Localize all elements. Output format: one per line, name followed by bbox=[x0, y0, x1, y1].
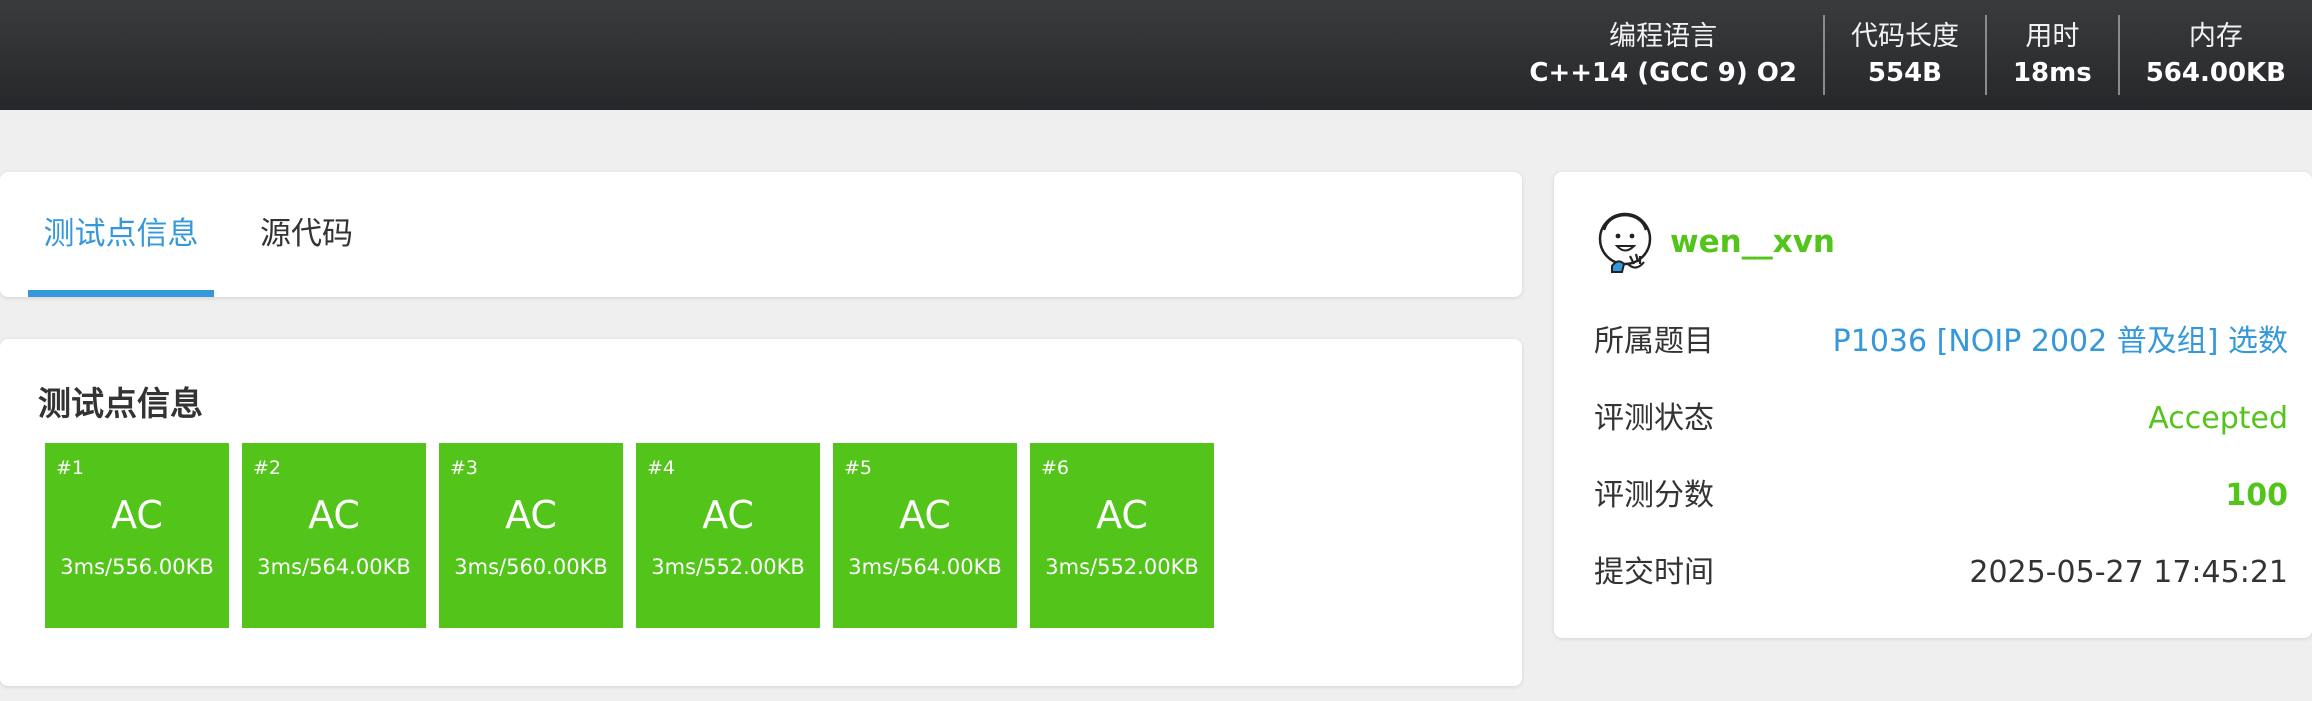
test-case-4[interactable]: #4 AC 3ms/552.00KB bbox=[636, 443, 820, 628]
stat-language-value: C++14 (GCC 9) O2 bbox=[1529, 58, 1797, 88]
username-link[interactable]: wen__xvn bbox=[1670, 224, 1835, 260]
submission-stats: 编程语言 C++14 (GCC 9) O2 代码长度 554B 用时 18ms … bbox=[1503, 0, 2312, 110]
score-row: 评测分数 100 bbox=[1594, 476, 2288, 516]
test-case-number: #4 bbox=[647, 457, 676, 479]
problem-row: 所属题目 P1036 [NOIP 2002 普及组] 选数 bbox=[1594, 322, 2288, 362]
stat-memory-label: 内存 bbox=[2188, 21, 2243, 52]
submit-time-row: 提交时间 2025-05-27 17:45:21 bbox=[1594, 553, 2288, 593]
test-case-status: AC bbox=[111, 493, 163, 537]
stat-memory: 内存 564.00KB bbox=[2117, 15, 2312, 95]
test-case-detail: 3ms/552.00KB bbox=[651, 555, 805, 579]
avatar[interactable] bbox=[1594, 210, 1658, 274]
test-case-5[interactable]: #5 AC 3ms/564.00KB bbox=[833, 443, 1017, 628]
submit-time-label: 提交时间 bbox=[1594, 555, 1714, 590]
test-case-detail: 3ms/564.00KB bbox=[848, 555, 1002, 579]
score-value: 100 bbox=[2225, 478, 2288, 513]
test-case-1[interactable]: #1 AC 3ms/556.00KB bbox=[45, 443, 229, 628]
test-case-number: #6 bbox=[1041, 457, 1070, 479]
problem-link[interactable]: P1036 [NOIP 2002 普及组] 选数 bbox=[1833, 322, 2288, 362]
submit-time-value: 2025-05-27 17:45:21 bbox=[1969, 555, 2288, 590]
test-case-detail: 3ms/564.00KB bbox=[257, 555, 411, 579]
stat-code-length: 代码长度 554B bbox=[1822, 15, 1985, 95]
test-case-status: AC bbox=[1096, 493, 1148, 537]
stat-code-length-label: 代码长度 bbox=[1850, 21, 1959, 52]
problem-label: 所属题目 bbox=[1594, 324, 1714, 359]
tab-test-points[interactable]: 测试点信息 bbox=[28, 172, 214, 297]
test-case-number: #2 bbox=[253, 457, 282, 479]
stat-code-length-value: 554B bbox=[1867, 58, 1942, 88]
test-case-3[interactable]: #3 AC 3ms/560.00KB bbox=[439, 443, 623, 628]
status-row: 评测状态 Accepted bbox=[1594, 399, 2288, 439]
test-case-number: #5 bbox=[844, 457, 873, 479]
test-case-detail: 3ms/556.00KB bbox=[60, 555, 214, 579]
tabs-card: 测试点信息 源代码 bbox=[0, 172, 1522, 297]
score-label: 评测分数 bbox=[1594, 478, 1714, 513]
stat-language: 编程语言 C++14 (GCC 9) O2 bbox=[1503, 15, 1823, 95]
stat-time-label: 用时 bbox=[2025, 21, 2080, 52]
stat-memory-value: 564.00KB bbox=[2145, 58, 2286, 88]
stat-time-value: 18ms bbox=[2012, 58, 2092, 88]
tab-source-code[interactable]: 源代码 bbox=[260, 172, 353, 297]
test-case-detail: 3ms/560.00KB bbox=[454, 555, 608, 579]
test-case-6[interactable]: #6 AC 3ms/552.00KB bbox=[1030, 443, 1214, 628]
submission-info-card: wen__xvn 所属题目 P1036 [NOIP 2002 普及组] 选数 评… bbox=[1554, 172, 2312, 638]
top-header: 编程语言 C++14 (GCC 9) O2 代码长度 554B 用时 18ms … bbox=[0, 0, 2312, 110]
test-case-2[interactable]: #2 AC 3ms/564.00KB bbox=[242, 443, 426, 628]
test-case-detail: 3ms/552.00KB bbox=[1045, 555, 1199, 579]
stat-language-label: 编程语言 bbox=[1609, 21, 1718, 52]
status-label: 评测状态 bbox=[1594, 401, 1714, 436]
test-case-number: #3 bbox=[450, 457, 479, 479]
test-case-status: AC bbox=[702, 493, 754, 537]
test-case-status: AC bbox=[505, 493, 557, 537]
test-case-status: AC bbox=[899, 493, 951, 537]
test-case-status: AC bbox=[308, 493, 360, 537]
status-value: Accepted bbox=[2148, 401, 2288, 436]
test-points-title: 测试点信息 bbox=[38, 384, 203, 423]
test-case-number: #1 bbox=[56, 457, 85, 479]
stat-time: 用时 18ms bbox=[1984, 15, 2118, 95]
